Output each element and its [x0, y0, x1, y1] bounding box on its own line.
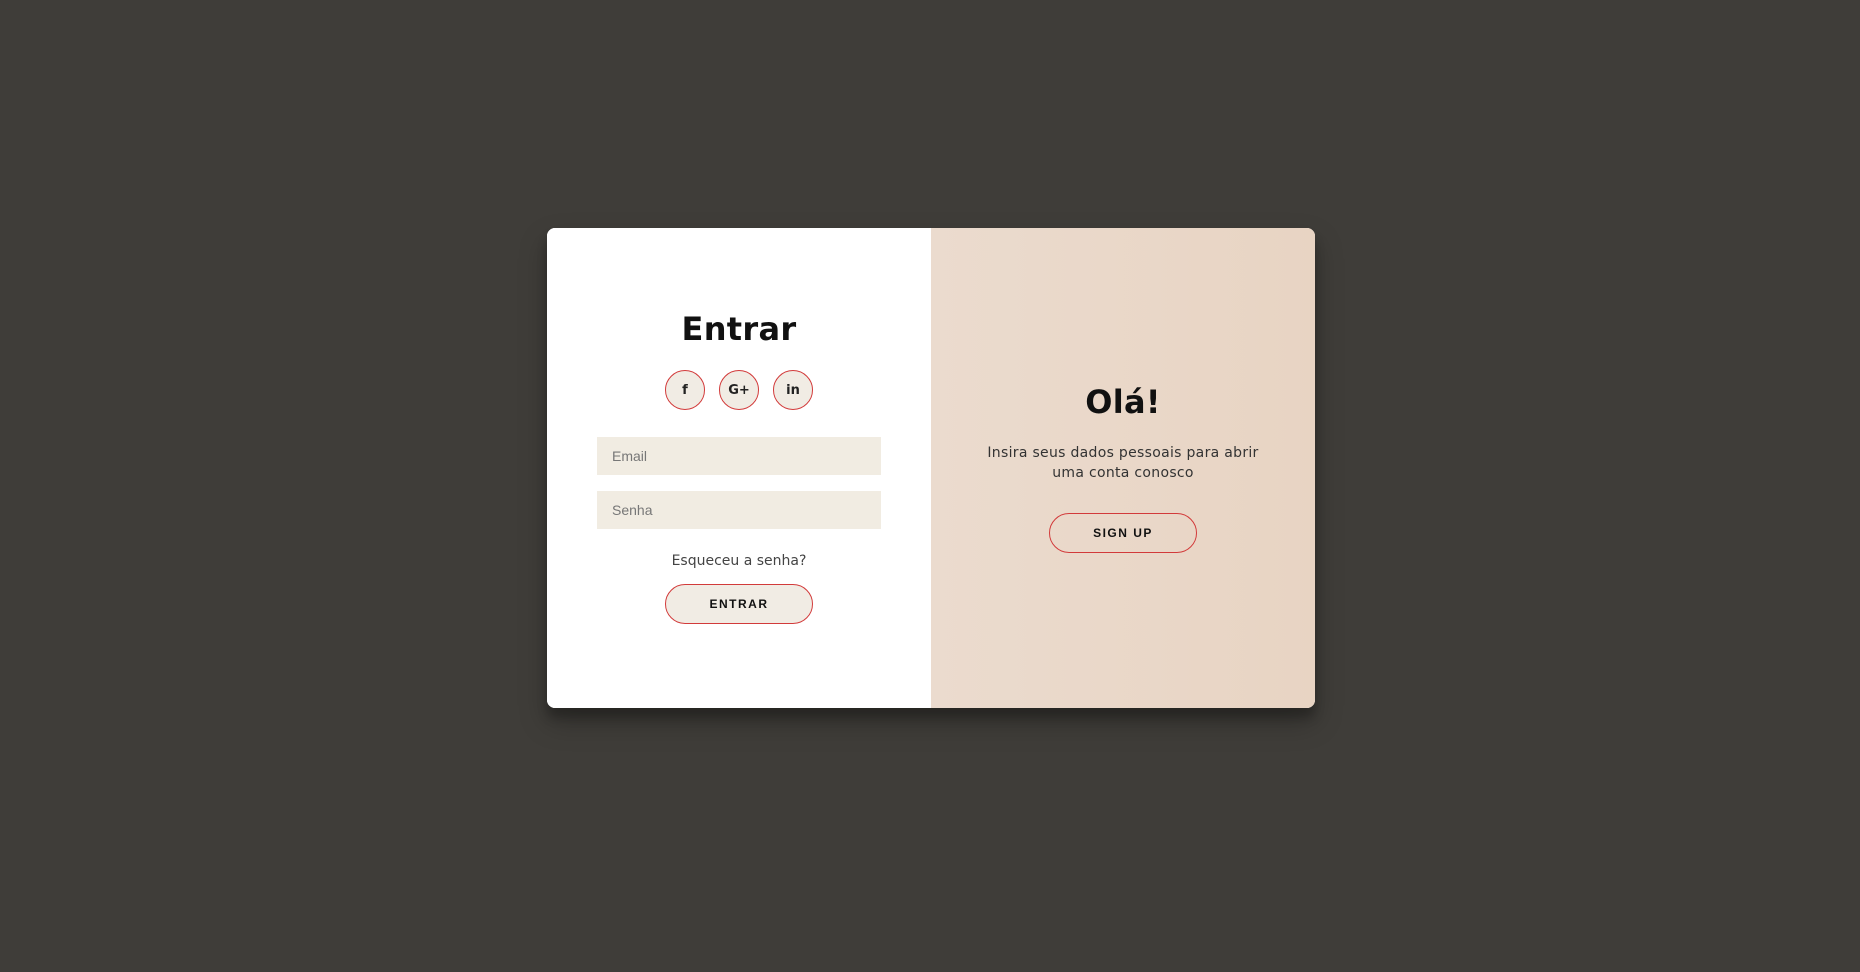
login-panel: Entrar f G+ in Esqueceu a senha? ENTRAR [547, 228, 931, 708]
google-plus-button[interactable]: G+ [719, 370, 759, 410]
login-button[interactable]: ENTRAR [665, 584, 813, 624]
auth-card: Entrar f G+ in Esqueceu a senha? ENTRAR … [547, 228, 1315, 708]
google-plus-icon: G+ [728, 382, 750, 398]
password-input[interactable] [597, 491, 881, 529]
forgot-password-link[interactable]: Esqueceu a senha? [672, 553, 807, 569]
facebook-icon: f [682, 382, 688, 398]
email-input[interactable] [597, 437, 881, 475]
signup-overlay-panel: Olá! Insira seus dados pessoais para abr… [931, 228, 1315, 708]
linkedin-button[interactable]: in [773, 370, 813, 410]
overlay-title: Olá! [1085, 383, 1161, 421]
linkedin-icon: in [786, 382, 800, 398]
overlay-subtitle: Insira seus dados pessoais para abrir um… [987, 445, 1259, 481]
login-title: Entrar [681, 310, 797, 348]
facebook-button[interactable]: f [665, 370, 705, 410]
signup-button[interactable]: SIGN UP [1049, 513, 1197, 553]
social-links: f G+ in [665, 370, 813, 410]
